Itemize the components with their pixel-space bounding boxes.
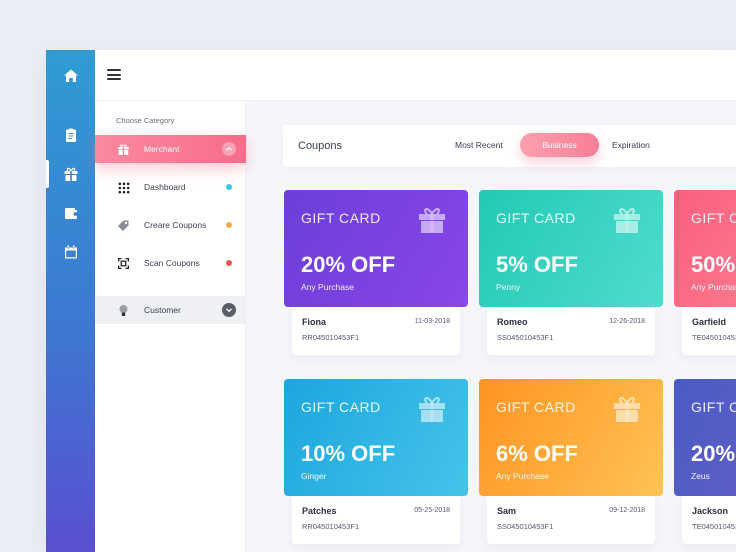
coupon-details: Jackson TE045010453F1 [682, 496, 736, 544]
gift-icon [417, 393, 447, 423]
tab-business[interactable]: Business [520, 133, 599, 157]
discount-subtitle: Any Purchase [691, 282, 736, 292]
app-window: Choose Category Merchant Dashboard Crear… [46, 50, 736, 552]
gift-card-label: GIFT CARD [691, 210, 736, 226]
coupons-tab-bar: Coupons Most Recent Business Expiration [283, 125, 736, 167]
gift-card-banner: GIFT CARD 5% OFF Penny [479, 190, 663, 307]
coupon-card[interactable]: GIFT CARD 5% OFF Penny Romeo 12-26-2018 SS045… [479, 190, 663, 355]
coupon-card[interactable]: GIFT CARD 50% OFF Any Purchase Garfield TE04… [674, 190, 736, 355]
discount-subtitle: Ginger [301, 471, 327, 481]
gift-icon[interactable] [46, 160, 95, 188]
calendar-icon[interactable] [46, 238, 95, 266]
coupon-code: TE045010453F1 [692, 522, 736, 531]
discount-subtitle: Any Purchase [496, 471, 549, 481]
discount-subtitle: Zeus [691, 471, 710, 481]
category-item-merchant[interactable]: Merchant [95, 135, 246, 163]
chevron-down-icon[interactable] [222, 303, 236, 317]
gift-card-label: GIFT CARD [496, 210, 576, 226]
discount-subtitle: Any Purchase [301, 282, 354, 292]
coupon-card[interactable]: GIFT CARD 10% OFF Ginger Patches 05-25-2018 R… [284, 379, 468, 544]
chevron-up-icon[interactable] [222, 142, 236, 156]
coupon-code: SS045010453F1 [497, 522, 554, 531]
gift-icon [612, 393, 642, 423]
tab-expiration[interactable]: Expiration [598, 133, 664, 157]
gift-icon [612, 204, 642, 234]
discount-text: 5% OFF [496, 252, 578, 277]
coupon-card[interactable]: GIFT CARD 20% OFF Any Purchase Fiona 11-03-2… [284, 190, 468, 355]
coupon-details: Sam 09-12-2018 SS045010453F1 [487, 496, 655, 544]
category-item-create-coupons[interactable]: Creare Coupons [95, 211, 246, 239]
coupon-card[interactable]: GIFT CARD 6% OFF Any Purchase Sam 09-12-2018… [479, 379, 663, 544]
category-label: Creare Coupons [144, 220, 207, 230]
grid-dots-icon [117, 181, 130, 194]
coupon-date: 09-12-2018 [609, 507, 645, 514]
discount-subtitle: Penny [496, 282, 521, 292]
main-content: Coupons Most Recent Business Expiration … [246, 101, 736, 552]
gift-card-banner: GIFT CARD 6% OFF Any Purchase [479, 379, 663, 496]
coupon-code: TE045010453F1 [692, 333, 736, 342]
coupon-details: Garfield TE045010453F1 [682, 307, 736, 355]
discount-text: 20% OFF [301, 252, 396, 277]
customer-name: Fiona [302, 317, 326, 327]
tab-most-recent[interactable]: Most Recent [441, 133, 517, 157]
category-item-scan-coupons[interactable]: Scan Coupons [95, 249, 246, 277]
discount-text: 6% OFF [496, 441, 578, 466]
coupon-code: SS045010453F1 [497, 333, 554, 342]
tag-icon [117, 219, 130, 232]
gift-card-banner: GIFT CARD 20% OFF Any Purchase [284, 190, 468, 307]
category-label: Merchant [144, 144, 180, 154]
category-title: Choose Category [116, 116, 175, 125]
customer-name: Sam [497, 506, 517, 516]
category-label: Dashboard [144, 182, 186, 192]
gift-card-banner: GIFT CARD 10% OFF Ginger [284, 379, 468, 496]
status-dot [226, 184, 232, 190]
gift-card-banner: GIFT CARD 50% OFF Any Purchase [674, 190, 736, 307]
coupon-date: 11-03-2018 [414, 318, 450, 325]
customer-name: Romeo [497, 317, 528, 327]
icon-rail [46, 50, 95, 552]
gift-icon [417, 204, 447, 234]
gift-card-banner: GIFT CARD 20% OFF Zeus [674, 379, 736, 496]
category-panel: Choose Category Merchant Dashboard Crear… [95, 101, 246, 552]
gift-card-label: GIFT CARD [691, 399, 736, 415]
status-dot [226, 222, 232, 228]
category-item-dashboard[interactable]: Dashboard [95, 173, 246, 201]
hamburger-icon[interactable] [107, 69, 121, 80]
page-title: Coupons [298, 140, 343, 152]
discount-text: 50% OFF [691, 252, 736, 277]
coupon-details: Romeo 12-26-2018 SS045010453F1 [487, 307, 655, 355]
gift-card-label: GIFT CARD [301, 399, 381, 415]
category-item-customer[interactable]: Customer [95, 296, 246, 324]
customer-name: Jackson [692, 506, 729, 516]
coupon-code: RR045010453F1 [302, 522, 360, 531]
category-label: Customer [144, 305, 181, 315]
gift-card-label: GIFT CARD [301, 210, 381, 226]
coupon-details: Patches 05-25-2018 RR045010453F1 [292, 496, 460, 544]
coupon-details: Fiona 11-03-2018 RR045010453F1 [292, 307, 460, 355]
discount-text: 10% OFF [301, 441, 396, 466]
coupon-card[interactable]: GIFT CARD 20% OFF Zeus Jackson TE045010453F1 [674, 379, 736, 544]
scan-icon [117, 257, 130, 270]
top-bar [95, 50, 736, 101]
clipboard-icon[interactable] [46, 121, 95, 149]
discount-text: 20% OFF [691, 441, 736, 466]
category-label: Scan Coupons [144, 258, 200, 268]
coupon-date: 12-26-2018 [609, 318, 645, 325]
customer-name: Garfield [692, 317, 727, 327]
status-dot [226, 260, 232, 266]
coupon-code: RR045010453F1 [302, 333, 360, 342]
gift-icon [117, 143, 130, 156]
coupon-date: 05-25-2018 [414, 507, 450, 514]
customer-name: Patches [302, 506, 337, 516]
gift-card-label: GIFT CARD [496, 399, 576, 415]
bulb-icon [117, 304, 130, 317]
home-icon[interactable] [46, 62, 95, 90]
wallet-icon[interactable] [46, 199, 95, 227]
